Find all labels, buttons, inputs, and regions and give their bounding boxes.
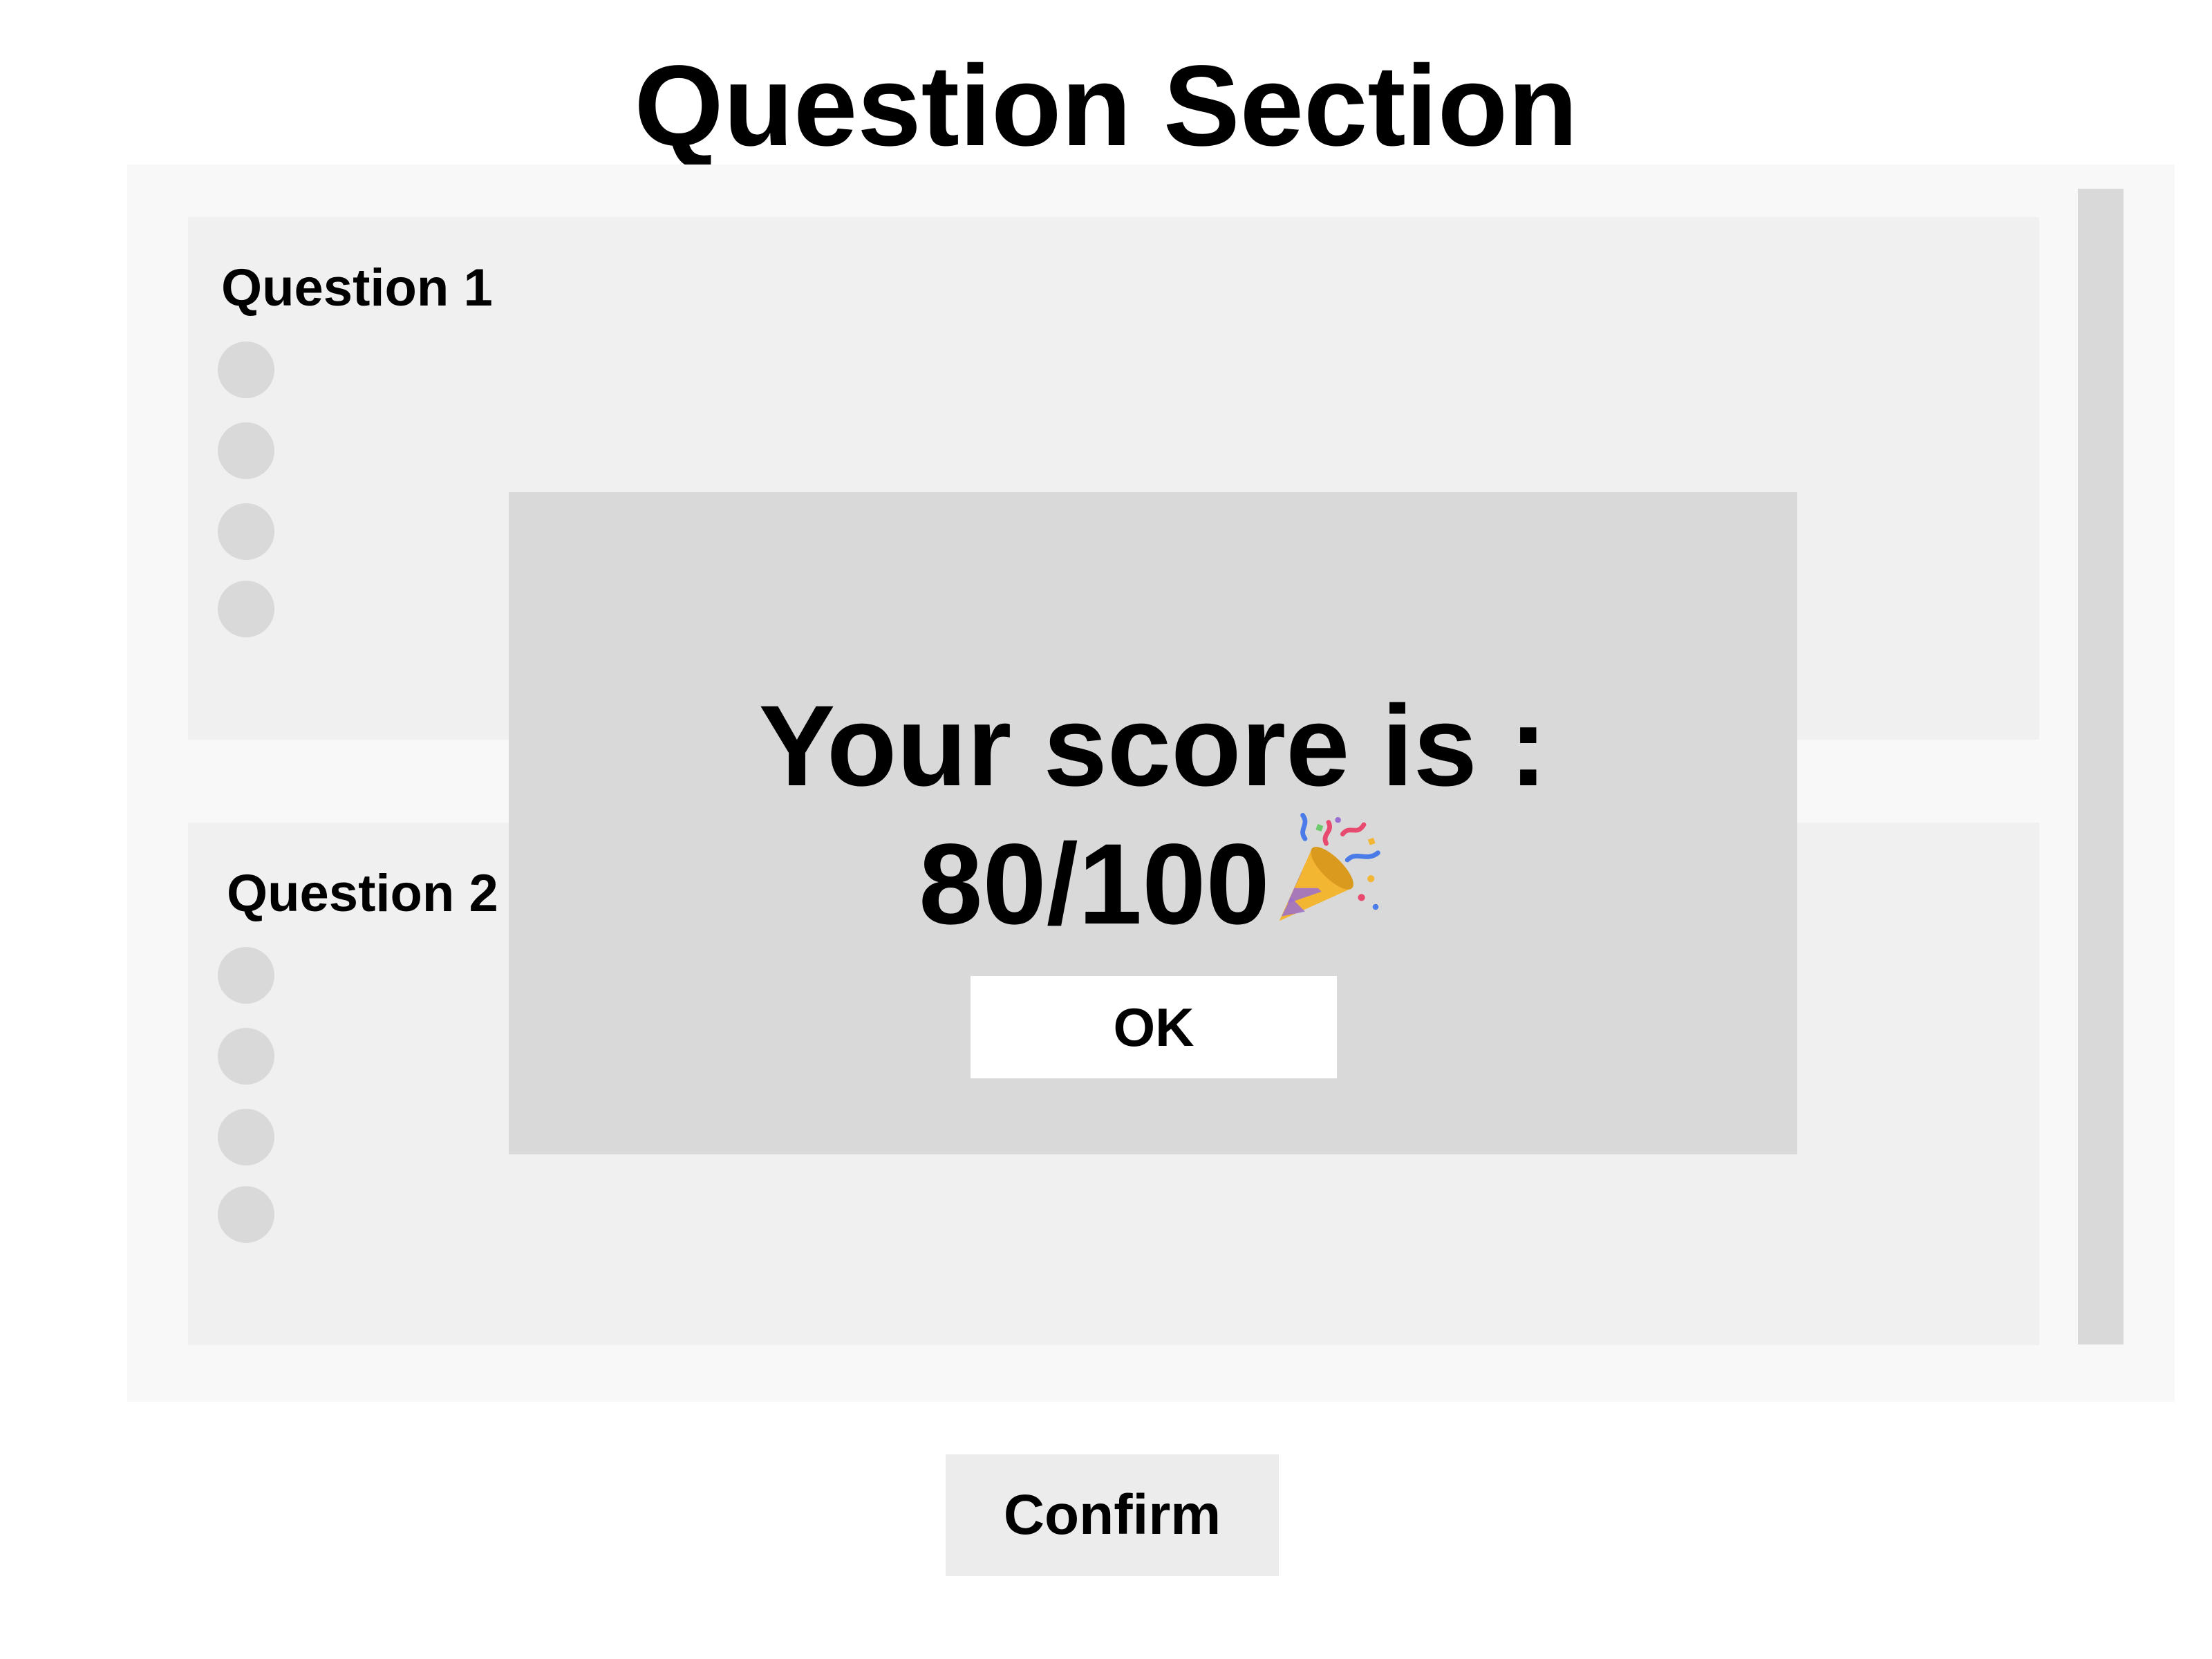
option-radio[interactable] <box>218 581 274 637</box>
confirm-button[interactable]: Confirm <box>946 1454 1279 1576</box>
option-radio[interactable] <box>218 341 274 398</box>
option-radio[interactable] <box>218 503 274 560</box>
option-radio[interactable] <box>218 1186 274 1243</box>
party-popper-icon <box>1279 813 1380 921</box>
score-modal: Your score is : 80/100 OK <box>509 492 1797 1154</box>
score-message: Your score is : 80/100 <box>509 680 1797 951</box>
option-radio[interactable] <box>218 422 274 479</box>
page: Question Section Question 1 Question 2 C… <box>0 0 2212 1659</box>
option-radio[interactable] <box>218 1028 274 1085</box>
scrollbar[interactable] <box>2078 189 2124 1344</box>
question-label: Question 1 <box>221 259 493 317</box>
ok-button[interactable]: OK <box>971 976 1337 1078</box>
score-value: 80/100 <box>919 821 1270 948</box>
score-value-line: 80/100 <box>509 813 1797 951</box>
page-title: Question Section <box>634 42 1578 170</box>
question-label: Question 2 <box>227 864 498 923</box>
score-heading: Your score is : <box>758 682 1548 810</box>
option-radio[interactable] <box>218 947 274 1004</box>
option-radio[interactable] <box>218 1109 274 1165</box>
